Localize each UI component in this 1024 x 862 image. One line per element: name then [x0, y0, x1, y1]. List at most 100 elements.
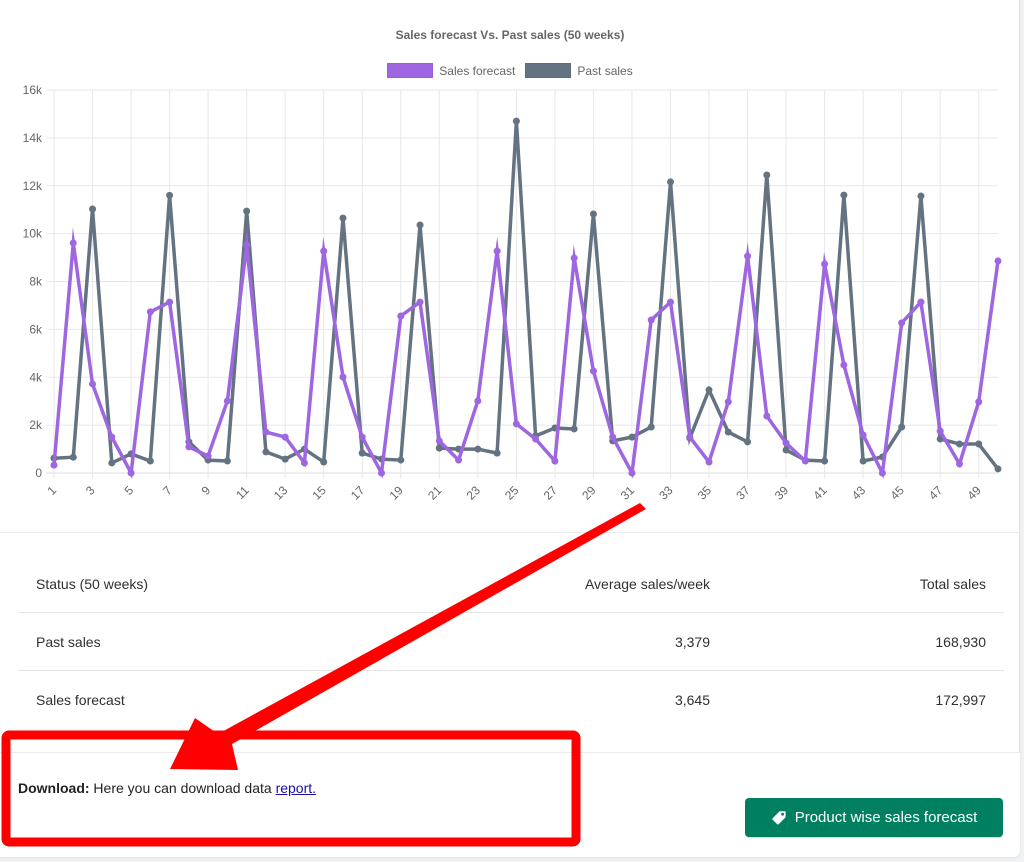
data-point-sales-forecast [493, 247, 501, 255]
tag-icon [771, 810, 786, 825]
data-point-past-sales [975, 440, 983, 448]
data-point-sales-forecast [474, 397, 482, 405]
row-label: Past sales [36, 633, 101, 650]
x-tick-label: 9 [199, 483, 214, 498]
data-point-sales-forecast [744, 252, 752, 260]
card-footer: Download: Here you can download data rep… [0, 752, 1020, 857]
sales-forecast-card: Sales forecast Vs. Past sales (50 weeks)… [0, 0, 1020, 857]
data-point-sales-forecast [89, 380, 97, 388]
y-tick-label: 6k [29, 322, 43, 336]
data-point-sales-forecast [185, 443, 193, 451]
stats-row-past-sales: Past sales 3,379 168,930 [18, 613, 1004, 671]
product-wise-sales-forecast-button[interactable]: Product wise sales forecast [745, 798, 1003, 837]
data-point-sales-forecast [204, 452, 212, 460]
y-tick-label: 0 [35, 466, 42, 480]
data-point-sales-forecast [551, 457, 559, 465]
data-point-past-sales [512, 117, 520, 125]
data-point-past-sales [397, 456, 405, 464]
data-point-sales-forecast [686, 433, 694, 441]
data-point-sales-forecast [570, 254, 578, 262]
data-point-sales-forecast [763, 412, 771, 420]
data-point-sales-forecast [840, 361, 848, 369]
data-point-past-sales [339, 214, 347, 222]
x-tick-label: 33 [656, 483, 676, 503]
data-point-sales-forecast [859, 431, 867, 439]
data-point-past-sales [763, 171, 771, 179]
data-point-past-sales [89, 205, 97, 213]
data-point-past-sales [821, 457, 829, 465]
data-point-past-sales [840, 191, 848, 199]
header-total: Total sales [919, 576, 986, 592]
x-tick-label: 39 [772, 483, 792, 503]
download-message: Download: Here you can download data rep… [18, 780, 316, 796]
data-point-sales-forecast [108, 433, 116, 441]
data-point-sales-forecast [339, 373, 347, 381]
row-average: 3,645 [674, 692, 710, 708]
download-text: Here you can download data [89, 780, 276, 796]
x-tick-label: 11 [233, 483, 252, 502]
header-status: Status (50 weeks) [36, 576, 149, 592]
data-point-sales-forecast [243, 241, 251, 249]
data-point-past-sales [898, 423, 906, 431]
data-point-sales-forecast [878, 469, 886, 477]
x-tick-label: 13 [271, 483, 291, 503]
x-tick-label: 23 [464, 483, 484, 503]
x-tick-label: 35 [695, 483, 715, 503]
data-point-sales-forecast [320, 247, 328, 255]
data-point-sales-forecast [281, 433, 289, 441]
data-point-past-sales [146, 457, 154, 465]
data-point-past-sales [281, 455, 289, 463]
data-point-past-sales [589, 210, 597, 218]
data-point-past-sales [243, 207, 251, 215]
stats-header-row: Status (50 weeks) Average sales/week Tot… [18, 556, 1004, 613]
data-point-sales-forecast [821, 260, 829, 268]
data-point-past-sales [859, 457, 867, 465]
data-point-sales-forecast [512, 420, 520, 428]
data-point-past-sales [917, 192, 925, 200]
data-point-past-sales [994, 465, 1002, 473]
data-point-past-sales [320, 458, 328, 466]
y-tick-label: 8k [29, 275, 43, 289]
x-tick-label: 31 [618, 483, 638, 503]
data-point-sales-forecast [455, 456, 463, 464]
data-point-sales-forecast [127, 469, 135, 477]
x-tick-label: 45 [887, 483, 907, 503]
data-point-past-sales [166, 191, 174, 199]
row-total: 168,930 [935, 633, 986, 650]
row-average: 3,379 [674, 633, 710, 650]
data-point-sales-forecast [994, 257, 1002, 265]
data-point-past-sales [744, 438, 752, 446]
data-point-past-sales [493, 449, 501, 457]
data-point-sales-forecast [801, 457, 809, 465]
x-tick-label: 21 [425, 483, 445, 503]
x-tick-label: 37 [733, 483, 753, 503]
data-point-sales-forecast [50, 461, 58, 469]
data-point-past-sales [647, 423, 655, 431]
data-point-sales-forecast [300, 459, 308, 467]
data-point-sales-forecast [416, 298, 424, 306]
y-tick-label: 2k [29, 418, 43, 432]
data-point-sales-forecast [262, 428, 270, 436]
data-point-sales-forecast [898, 319, 906, 327]
x-tick-label: 15 [309, 483, 329, 503]
chart-container: Sales forecast Vs. Past sales (50 weeks)… [0, 0, 1020, 532]
y-tick-label: 12k [23, 179, 43, 193]
data-point-sales-forecast [166, 298, 174, 306]
data-point-sales-forecast [589, 367, 597, 375]
x-tick-label: 17 [348, 483, 368, 503]
data-point-past-sales [416, 221, 424, 229]
data-point-sales-forecast [666, 298, 674, 306]
header-average: Average sales/week [584, 576, 710, 592]
y-tick-label: 14k [23, 131, 43, 145]
x-tick-label: 43 [849, 483, 869, 503]
x-tick-label: 25 [502, 483, 522, 503]
data-point-sales-forecast [532, 435, 540, 443]
data-point-sales-forecast [378, 469, 386, 477]
data-point-sales-forecast [397, 312, 405, 320]
data-point-past-sales [570, 425, 578, 433]
data-point-past-sales [724, 428, 732, 436]
y-tick-label: 4k [29, 370, 43, 384]
report-download-link[interactable]: report. [276, 780, 316, 796]
data-point-past-sales [474, 445, 482, 453]
x-tick-label: 29 [579, 483, 599, 503]
